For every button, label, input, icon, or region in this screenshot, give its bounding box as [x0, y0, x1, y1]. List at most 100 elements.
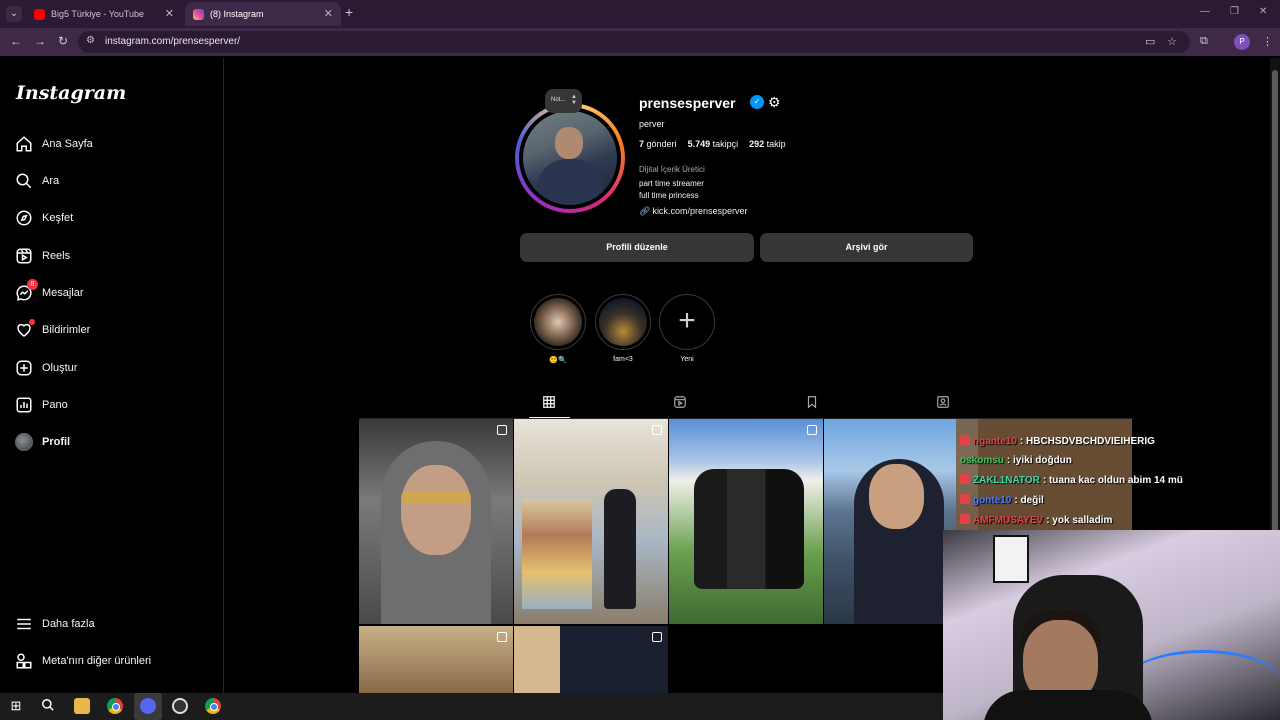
note-bubble[interactable]: Not... ▲ ▼ [545, 89, 582, 113]
sidebar-item-label: Daha fazla [42, 618, 95, 630]
following-label: takip [766, 139, 786, 149]
instagram-sidebar: Instagram Ana Sayfa Ara Keşfet Reels 8 M… [0, 58, 224, 693]
bio-link[interactable]: 🔗︎ kick.com/prensesperver [639, 206, 747, 217]
post-thumbnail[interactable] [514, 419, 668, 624]
sidebar-item-notifications[interactable]: Bildirimler [14, 316, 214, 344]
url-text[interactable]: instagram.com/prensesperver/ [105, 36, 240, 47]
windows-start-icon[interactable]: ⊞ [8, 698, 24, 714]
meta-products-icon [14, 651, 34, 671]
sidebar-item-dashboard[interactable]: Pano [14, 391, 214, 419]
chat-text: : değil [1014, 495, 1044, 506]
profile-picture[interactable] [523, 111, 617, 205]
link-icon: 🔗︎ [639, 206, 651, 216]
sidebar-item-create[interactable]: Oluştur [14, 354, 214, 382]
view-archive-button[interactable]: Arşivi gör [760, 233, 973, 262]
bio-link-text: kick.com/prensesperver [652, 206, 748, 216]
chat-username: oskomsu [960, 455, 1004, 466]
minimize-icon[interactable]: — [1200, 6, 1210, 17]
chrome-icon[interactable] [107, 698, 123, 714]
followers-label: takipçi [712, 139, 739, 149]
photo-person [604, 489, 636, 609]
sidebar-item-label: Ana Sayfa [42, 138, 93, 150]
highlight-item[interactable]: fam<3 [595, 294, 651, 363]
highlight-caption: Yeni [680, 356, 694, 363]
new-tab-button[interactable]: + [345, 4, 353, 20]
windows-taskbar: ⊞ [0, 693, 943, 720]
highlight-item[interactable]: 😵‍💫🔍 [530, 294, 586, 364]
new-highlight-button[interactable]: + Yeni [659, 294, 715, 363]
obs-icon[interactable] [172, 698, 188, 714]
sidebar-item-search[interactable]: Ara [14, 167, 214, 195]
browser-profile-avatar[interactable]: P [1234, 34, 1250, 50]
chat-message: AMFMUSAYEV: yok salladim [960, 514, 1112, 526]
avatar [15, 433, 33, 451]
sidebar-item-label: Meta'nın diğer ürünleri [42, 655, 152, 667]
sidebar-item-label: Profil [42, 436, 71, 448]
post-thumbnail[interactable] [359, 626, 513, 693]
restore-icon[interactable]: ❐ [1230, 6, 1239, 17]
edit-profile-button[interactable]: Profili düzenle [520, 233, 754, 262]
chrome-icon[interactable] [205, 698, 221, 714]
avatar-wrap [14, 432, 34, 452]
photo-glasses [401, 491, 471, 503]
search-icon [14, 171, 34, 191]
sidebar-item-explore[interactable]: Keşfet [14, 204, 214, 232]
window-close-icon[interactable]: ✕ [1259, 6, 1267, 17]
profile-stats: 7 gönderi 5.749 takipçi 292 takip [639, 139, 786, 149]
scrollbar-thumb[interactable] [1272, 70, 1278, 580]
reels-tab-icon[interactable] [672, 395, 688, 411]
tab-search-button[interactable]: ⌄ [6, 6, 22, 22]
tagged-icon[interactable] [935, 395, 951, 411]
post-thumbnail[interactable] [359, 419, 513, 624]
sidebar-item-label: Mesajlar [42, 287, 84, 299]
sidebar-item-messages[interactable]: 8 Mesajlar [14, 279, 214, 307]
file-explorer-icon[interactable] [74, 698, 90, 714]
sidebar-item-home[interactable]: Ana Sayfa [14, 130, 214, 158]
chat-username: gonte10 [973, 495, 1012, 506]
back-icon[interactable]: ← [10, 34, 22, 48]
sidebar-item-more[interactable]: Daha fazla [14, 610, 214, 638]
highlight-cover [534, 298, 582, 346]
sidebar-item-reels[interactable]: Reels [14, 242, 214, 270]
extensions-icon[interactable]: ⧉ [1200, 35, 1208, 48]
bookmark-star-icon[interactable]: ☆ [1167, 35, 1177, 48]
posts-label: gönderi [646, 139, 677, 149]
menu-icon[interactable]: ⋮ [1262, 35, 1273, 48]
search-icon[interactable] [40, 698, 56, 714]
site-info-icon[interactable]: ⚙ [86, 35, 95, 46]
note-text: Not... [551, 97, 566, 103]
sidebar-item-label: Bildirimler [42, 324, 91, 336]
sidebar-item-meta[interactable]: Meta'nın diğer ürünleri [14, 647, 214, 675]
dashboard-icon [14, 395, 34, 415]
tab-youtube[interactable]: Big5 Türkiye - YouTube ✕ [26, 2, 182, 26]
tab-title: (8) Instagram [210, 9, 264, 19]
following-count[interactable]: 292 takip [749, 139, 786, 149]
highlight-ring [530, 294, 586, 350]
post-thumbnail[interactable] [669, 419, 823, 624]
instagram-logo[interactable]: Instagram [16, 82, 126, 104]
tab-instagram[interactable]: (8) Instagram ✕ [185, 2, 341, 26]
chat-badge-icon [960, 435, 970, 445]
cast-icon[interactable]: ▭ [1145, 35, 1155, 48]
url-bar[interactable]: ⚙ instagram.com/prensesperver/ [78, 31, 1190, 53]
posts-grid-icon[interactable] [541, 395, 557, 411]
post-thumbnail[interactable] [514, 626, 668, 693]
sidebar-item-profile[interactable]: Profil [14, 428, 214, 456]
close-icon[interactable]: ✕ [165, 7, 174, 20]
followers-count[interactable]: 5.749 takipçi [688, 139, 739, 149]
discord-icon[interactable] [140, 698, 156, 714]
verified-badge-icon: ✓ [750, 95, 764, 109]
profile-story-ring[interactable] [515, 103, 625, 213]
carousel-icon [652, 632, 662, 642]
saved-icon[interactable] [804, 395, 820, 411]
webcam-overlay [943, 530, 1280, 720]
close-icon[interactable]: ✕ [324, 7, 333, 20]
forward-icon[interactable]: → [34, 34, 46, 48]
reload-icon[interactable]: ↻ [58, 34, 68, 48]
photo-group [694, 469, 804, 589]
chat-badge-icon [960, 494, 970, 504]
photo-jacket [537, 159, 603, 205]
settings-gear-icon[interactable]: ⚙ [768, 94, 781, 111]
streamer-body [983, 690, 1153, 720]
sidebar-item-label: Reels [42, 250, 71, 262]
